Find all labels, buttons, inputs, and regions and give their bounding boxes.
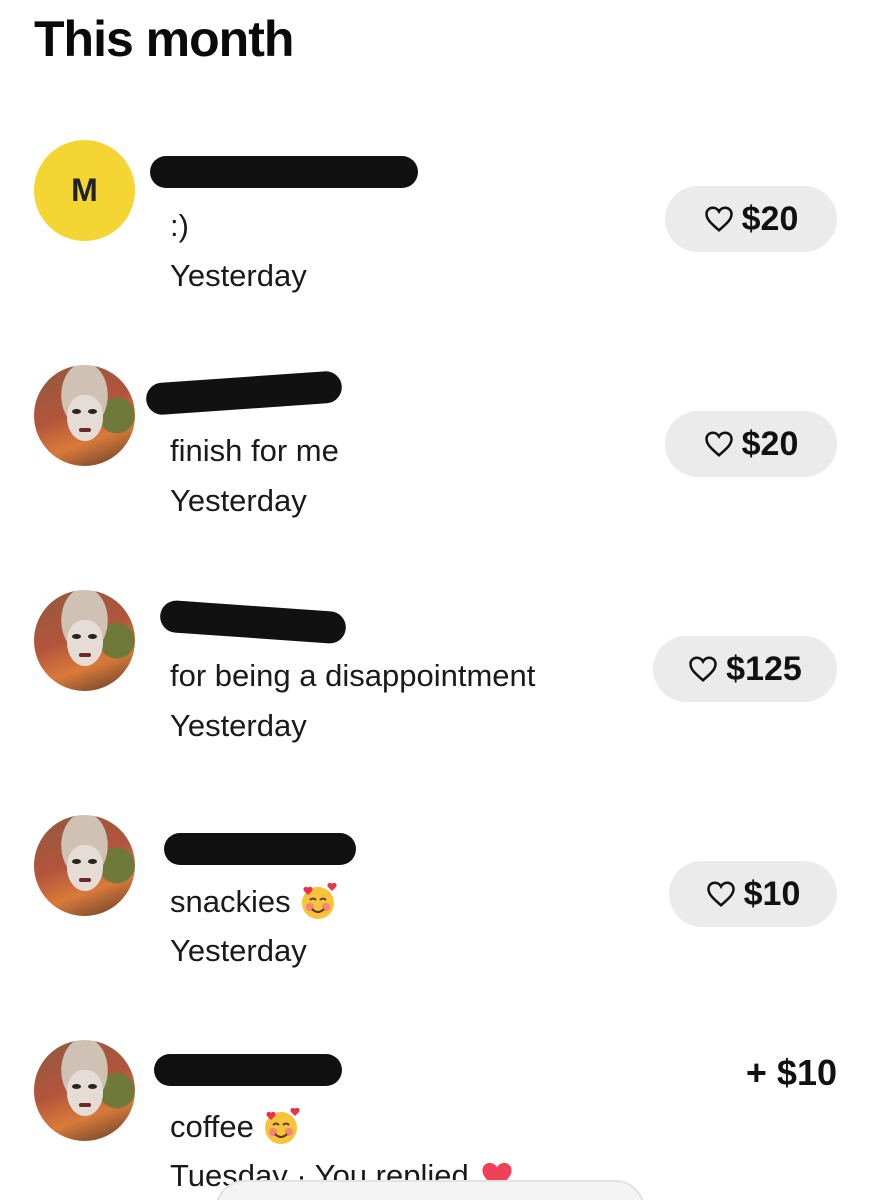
- tip-message: for being a disappointment: [170, 658, 536, 693]
- like-tip-button[interactable]: $10: [669, 861, 837, 927]
- tip-message: snackies: [170, 882, 337, 921]
- avatar[interactable]: [34, 365, 135, 466]
- tip-amount: $20: [741, 199, 799, 238]
- avatar[interactable]: M: [34, 140, 135, 241]
- avatar[interactable]: [34, 815, 135, 916]
- bottom-sheet-handle[interactable]: [215, 1180, 645, 1200]
- tip-time: Yesterday: [170, 708, 307, 743]
- heart-outline-icon: [704, 206, 733, 232]
- like-tip-button[interactable]: $125: [653, 636, 837, 702]
- tip-amount: $20: [741, 424, 799, 463]
- tip-amount: + $10: [745, 1052, 837, 1093]
- section-title: This month: [34, 11, 294, 67]
- redacted-name: [159, 599, 347, 645]
- avatar[interactable]: [34, 590, 135, 691]
- redacted-name: [150, 156, 418, 188]
- tip-row[interactable]: snackies Yesterday $10: [0, 815, 871, 1015]
- smiling-face-with-hearts-icon: [262, 1107, 300, 1146]
- heart-outline-icon: [706, 881, 735, 907]
- heart-outline-icon: [689, 656, 717, 682]
- tip-time: Yesterday: [170, 933, 307, 968]
- tip-time: Yesterday: [170, 483, 307, 518]
- redacted-name: [145, 370, 343, 416]
- smiling-face-with-hearts-icon: [299, 882, 337, 921]
- like-tip-button[interactable]: $20: [665, 411, 837, 477]
- tip-time: Yesterday: [170, 258, 307, 293]
- tip-amount: $10: [743, 874, 801, 913]
- tip-row[interactable]: coffee Tuesday · You replied + $10: [0, 1040, 871, 1200]
- tip-amount: $125: [726, 649, 802, 688]
- redacted-name: [164, 833, 356, 865]
- redacted-name: [154, 1054, 342, 1086]
- tip-message: coffee: [170, 1107, 300, 1146]
- heart-outline-icon: [704, 431, 733, 457]
- avatar-initial: M: [71, 172, 98, 208]
- tip-message: :): [170, 208, 189, 243]
- avatar[interactable]: [34, 1040, 135, 1141]
- tip-message: finish for me: [170, 433, 339, 468]
- like-tip-button[interactable]: $20: [665, 186, 837, 252]
- tips-page: This month M :) Yesterday $20 finish for…: [0, 0, 871, 1200]
- tip-row[interactable]: finish for me Yesterday $20: [0, 365, 871, 565]
- tip-row[interactable]: M :) Yesterday $20: [0, 140, 871, 340]
- tip-row[interactable]: for being a disappointment Yesterday $12…: [0, 590, 871, 790]
